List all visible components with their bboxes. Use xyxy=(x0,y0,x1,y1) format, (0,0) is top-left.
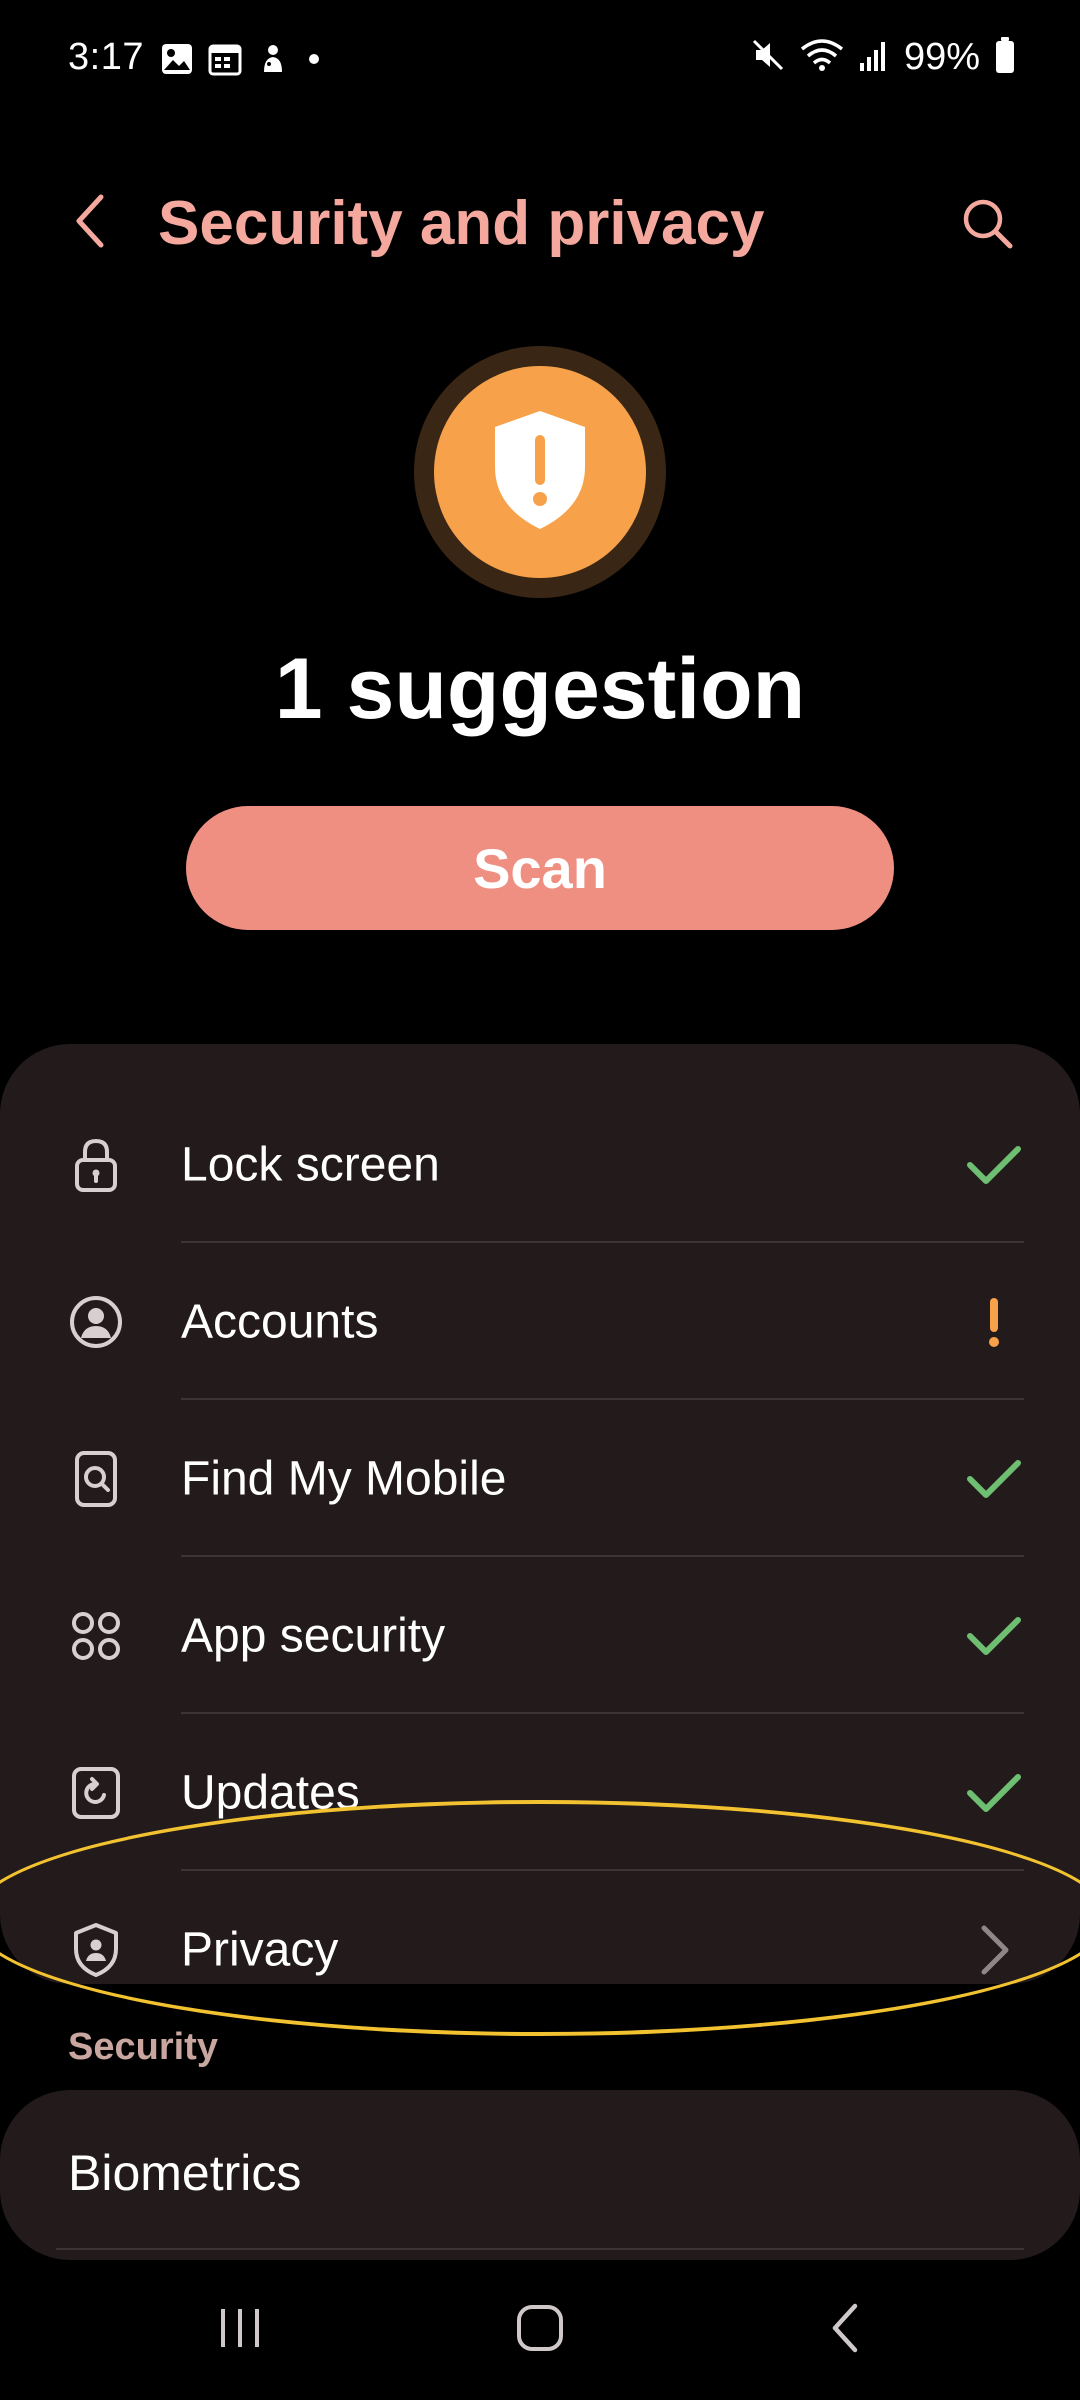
page-title: Security and privacy xyxy=(158,189,765,258)
battery-percent: 99% xyxy=(903,36,980,78)
back-nav-icon xyxy=(825,2302,865,2359)
status-bar: 3:17 99% xyxy=(0,0,1080,120)
app-security-icon xyxy=(66,1606,126,1666)
check-icon xyxy=(964,1449,1024,1509)
security-status-list: Lock screen Accounts Find My Mobile App … xyxy=(0,1044,1080,1984)
section-header-security: Security xyxy=(68,2026,218,2068)
list-item-accounts[interactable]: Accounts xyxy=(0,1243,1080,1400)
check-icon xyxy=(964,1606,1024,1666)
list-item-privacy[interactable]: Privacy xyxy=(0,1871,1080,2028)
privacy-shield-icon xyxy=(66,1920,126,1980)
list-item-label: Lock screen xyxy=(181,1138,440,1191)
list-item-label: Privacy xyxy=(181,1923,339,1976)
recent-apps-button[interactable] xyxy=(190,2290,290,2370)
warning-icon xyxy=(964,1292,1024,1352)
recent-apps-icon xyxy=(215,2305,265,2356)
list-item-label: Updates xyxy=(181,1766,360,1819)
list-item-label: Find My Mobile xyxy=(181,1452,507,1505)
back-arrow-icon xyxy=(71,191,111,256)
lock-icon xyxy=(66,1135,126,1195)
list-item-find-my-mobile[interactable]: Find My Mobile xyxy=(0,1400,1080,1557)
list-item-updates[interactable]: Updates xyxy=(0,1714,1080,1871)
status-time: 3:17 xyxy=(68,36,144,78)
check-icon xyxy=(964,1763,1024,1823)
chevron-right-icon xyxy=(964,1920,1024,1980)
back-nav-button[interactable] xyxy=(795,2290,895,2370)
list-item-biometrics[interactable]: Biometrics xyxy=(0,2090,1080,2260)
back-button[interactable] xyxy=(56,188,126,258)
battery-icon xyxy=(994,36,1016,79)
list-item-label: App security xyxy=(181,1609,446,1662)
calendar-icon xyxy=(208,42,242,76)
home-icon xyxy=(514,2302,566,2359)
find-my-mobile-icon xyxy=(66,1449,126,1509)
system-nav-bar xyxy=(0,2260,1080,2400)
divider xyxy=(56,2248,1024,2250)
scan-button[interactable]: Scan xyxy=(186,806,894,930)
dot-icon xyxy=(304,42,324,76)
mute-icon xyxy=(750,37,786,78)
updates-icon xyxy=(66,1763,126,1823)
signal-icon xyxy=(858,37,890,78)
status-left-icons xyxy=(160,42,324,76)
list-item-app-security[interactable]: App security xyxy=(0,1557,1080,1714)
wifi-icon xyxy=(800,37,844,78)
top-app-bar: Security and privacy xyxy=(0,170,1080,280)
home-button[interactable] xyxy=(490,2290,590,2370)
shield-warning-icon xyxy=(485,405,595,540)
gallery-icon xyxy=(160,42,194,76)
biometrics-label: Biometrics xyxy=(68,2145,302,2201)
suggestion-count: 1 suggestion xyxy=(274,641,806,737)
security-status-badge-inner xyxy=(434,366,646,578)
account-icon xyxy=(66,1292,126,1352)
list-item-label: Accounts xyxy=(181,1295,379,1348)
status-right-icons: 99% xyxy=(750,36,1016,79)
list-item-lock-screen[interactable]: Lock screen xyxy=(0,1086,1080,1243)
search-icon xyxy=(959,195,1015,256)
security-status-badge xyxy=(414,346,666,598)
check-icon xyxy=(964,1135,1024,1195)
search-button[interactable] xyxy=(950,188,1024,262)
notification-app-icon xyxy=(256,42,290,76)
